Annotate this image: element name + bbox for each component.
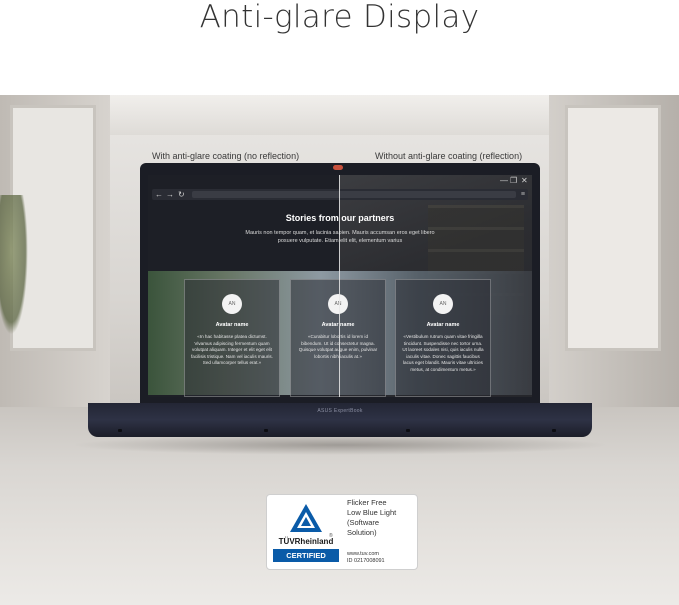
- back-arrow-icon[interactable]: ←: [155, 189, 163, 200]
- avatar-name: Avatar name: [426, 322, 460, 328]
- testimonial-text: «Vestibulum rutrum quam vitae fringilla …: [402, 334, 484, 372]
- ceiling: [110, 95, 549, 135]
- laptop-brand-label: ASUS ExpertBook: [317, 408, 363, 414]
- tuv-logo-box: TÜVRheinland ® CERTIFIED: [271, 499, 341, 565]
- feature-low-blue-light: Low Blue Light: [347, 508, 397, 517]
- menu-icon[interactable]: ≡: [521, 189, 525, 200]
- laptop-shadow: [70, 435, 610, 455]
- background-wall-right: [549, 95, 679, 425]
- partner-card[interactable]: AN Avatar name «In hac habitasse platea …: [184, 279, 280, 397]
- reload-icon[interactable]: ↻: [178, 189, 185, 200]
- plant: [0, 195, 28, 335]
- tuv-triangle-icon: [290, 504, 322, 532]
- certificate-id: ID 0217008091: [347, 558, 385, 564]
- webcam-indicator: [333, 165, 343, 170]
- browser-titlebar: — ❐ ✕: [148, 175, 532, 187]
- registered-mark: ®: [329, 533, 333, 539]
- certification-url: www.tuv.com ID 0217008091: [347, 551, 385, 565]
- browser-url-bar: ← → ↻ ≡: [152, 189, 528, 200]
- page-headline: Anti-glare Display: [199, 0, 480, 35]
- partner-card[interactable]: AN Avatar name «Vestibulum rutrum quam v…: [395, 279, 491, 397]
- window-right: [565, 105, 661, 351]
- feature-solution: Solution): [347, 528, 377, 537]
- tuv-url: www.tuv.com: [347, 551, 379, 557]
- port: [264, 429, 268, 432]
- port: [406, 429, 410, 432]
- avatar: AN: [328, 294, 348, 314]
- avatar-name: Avatar name: [215, 322, 249, 328]
- testimonial-text: «Curabitur lobortis id lorem id bibendum…: [298, 334, 378, 359]
- port: [118, 429, 122, 432]
- restore-icon[interactable]: ❐: [510, 176, 517, 186]
- laptop-screen: — ❐ ✕ ← → ↻ ≡ Stories from our partners …: [148, 175, 532, 397]
- tuv-certification-badge: TÜVRheinland ® CERTIFIED Flicker Free Lo…: [266, 494, 418, 570]
- caption-with-anti-glare: With anti-glare coating (no reflection): [152, 151, 300, 161]
- avatar: AN: [433, 294, 453, 314]
- comparison-divider: [339, 175, 340, 397]
- caption-without-anti-glare: Without anti-glare coating (reflection): [375, 151, 523, 161]
- forward-arrow-icon[interactable]: →: [166, 189, 174, 200]
- close-icon[interactable]: ✕: [521, 176, 528, 186]
- laptop-base: ASUS ExpertBook: [88, 403, 592, 437]
- port: [552, 429, 556, 432]
- certified-label: CERTIFIED: [273, 549, 339, 562]
- testimonial-text: «In hac habitasse platea dictumst. Vivam…: [191, 334, 273, 366]
- feature-flicker-free: Flicker Free: [347, 498, 387, 507]
- certification-features: Flicker Free Low Blue Light (Software So…: [347, 498, 415, 538]
- avatar: AN: [222, 294, 242, 314]
- section-description: Mauris non tempor quam, et lacinia sapie…: [245, 230, 435, 244]
- partner-card[interactable]: AN Avatar name «Curabitur lobortis id lo…: [290, 279, 386, 397]
- laptop-lid: — ❐ ✕ ← → ↻ ≡ Stories from our partners …: [140, 163, 540, 403]
- product-photo: With anti-glare coating (no reflection) …: [0, 95, 679, 605]
- feature-software: (Software: [347, 518, 380, 527]
- minimize-icon[interactable]: —: [500, 176, 508, 186]
- section-title: Stories from our partners: [285, 213, 395, 223]
- avatar-name: Avatar name: [321, 322, 355, 328]
- address-field[interactable]: [192, 191, 516, 198]
